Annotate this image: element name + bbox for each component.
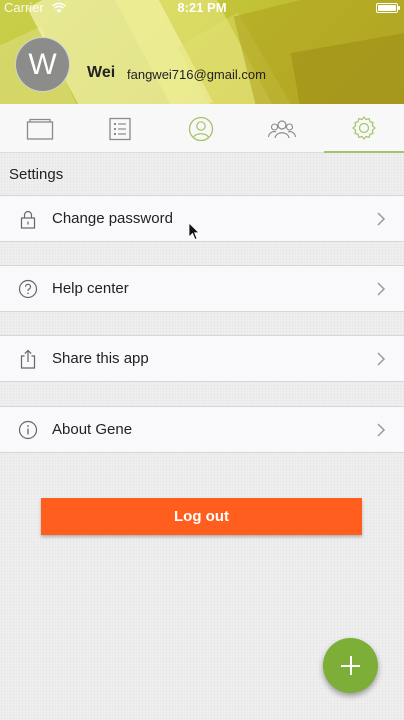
settings-item-about[interactable]: About Gene	[0, 406, 404, 453]
info-icon	[18, 420, 38, 440]
status-time: 8:21 PM	[177, 0, 227, 15]
gear-icon	[352, 115, 376, 140]
chevron-right-icon	[377, 423, 386, 437]
settings-title: Settings	[9, 166, 64, 183]
list-icon	[109, 117, 131, 140]
profile-header: Carrier 8:21 PM W Wei fangwei716@gmail.c…	[0, 0, 404, 104]
help-icon	[18, 279, 38, 299]
tab-cards[interactable]	[0, 104, 80, 153]
chevron-right-icon	[377, 352, 386, 366]
tab-groups[interactable]	[242, 104, 322, 153]
share-icon	[20, 349, 36, 369]
tab-settings[interactable]	[324, 104, 404, 153]
mouse-cursor-icon	[188, 222, 200, 241]
tab-profile[interactable]	[161, 104, 241, 153]
tab-list[interactable]	[80, 104, 160, 153]
logout-button[interactable]: Log out	[41, 498, 362, 535]
user-name: Wei	[87, 64, 116, 81]
status-bar: Carrier 8:21 PM	[0, 0, 404, 16]
group-icon	[267, 119, 297, 138]
settings-item-share-app[interactable]: Share this app	[0, 335, 404, 382]
chevron-right-icon	[377, 212, 386, 226]
settings-item-label: Change password	[52, 210, 173, 227]
settings-item-help-center[interactable]: Help center	[0, 265, 404, 312]
avatar[interactable]: W	[15, 37, 70, 92]
tab-bar	[0, 104, 404, 153]
settings-item-label: Help center	[52, 280, 129, 297]
user-email: fangwei716@gmail.com	[127, 67, 266, 82]
chevron-right-icon	[377, 282, 386, 296]
add-button[interactable]	[323, 638, 378, 693]
settings-item-label: About Gene	[52, 421, 133, 438]
settings-item-change-password[interactable]: Change password	[0, 195, 404, 242]
settings-item-label: Share this app	[52, 350, 149, 367]
battery-icon	[376, 3, 400, 13]
person-icon	[188, 116, 214, 141]
card-icon	[26, 118, 54, 140]
lock-icon	[20, 210, 36, 229]
